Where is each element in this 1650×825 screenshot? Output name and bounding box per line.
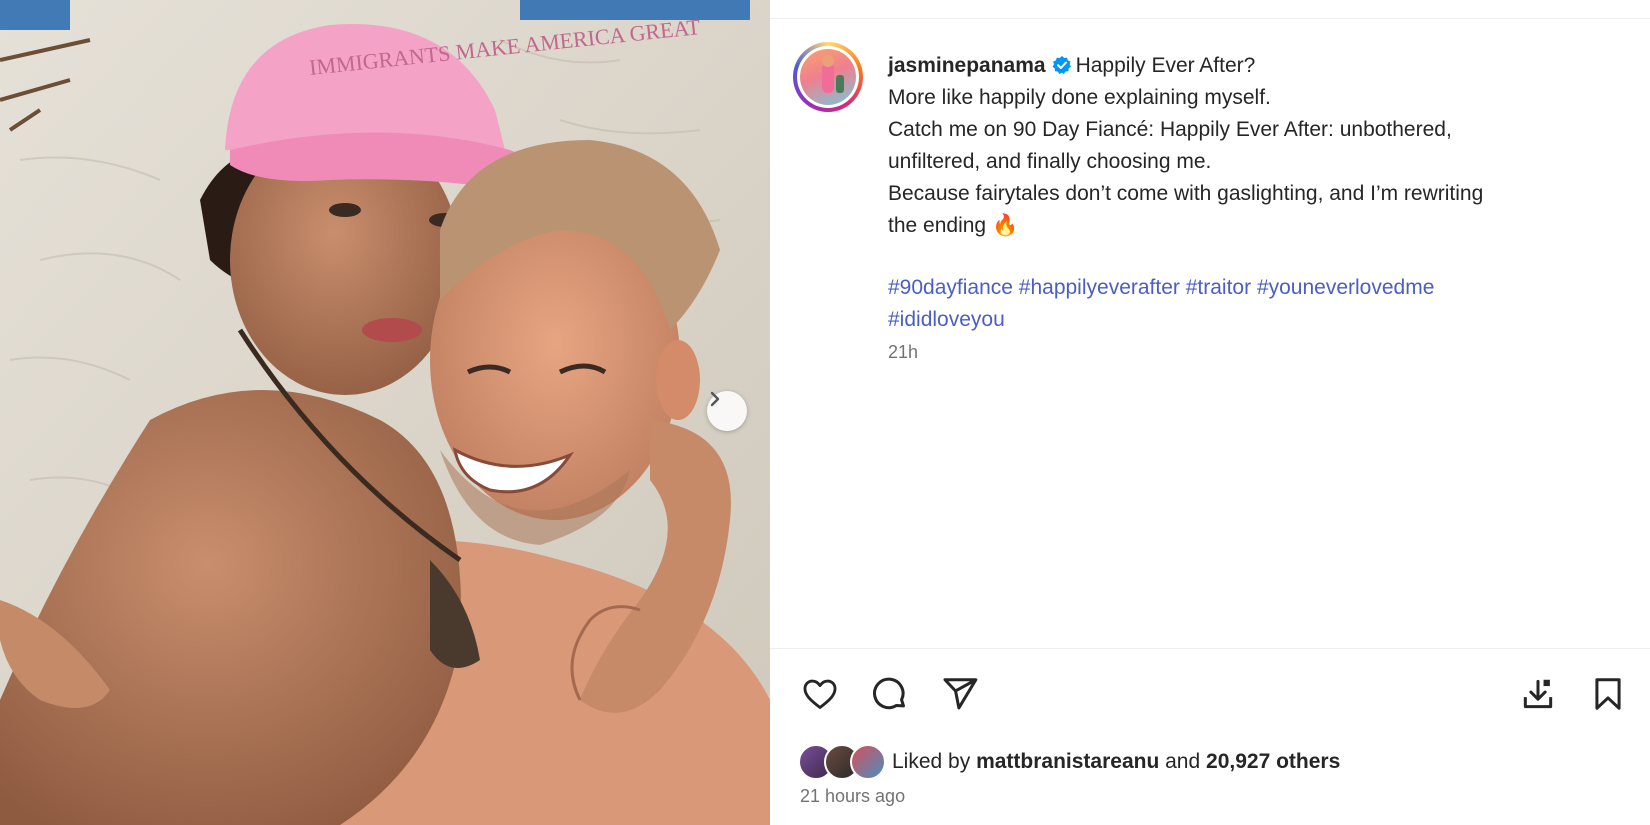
caption-line: the ending: [888, 214, 987, 237]
post-photo[interactable]: IMMIGRANTS MAKE AMERICA GREAT: [0, 0, 770, 825]
caption-line: More like happily done explaining myself…: [888, 86, 1271, 109]
liked-by-middle: and: [1165, 750, 1201, 773]
bookmark-icon: [1595, 678, 1621, 710]
hashtag-link[interactable]: #youneverlovedme: [1257, 276, 1434, 299]
download-icon: [1523, 679, 1553, 709]
heart-icon: [803, 679, 837, 709]
author-username[interactable]: jasminepanama: [888, 54, 1046, 77]
comment-button[interactable]: [870, 674, 910, 714]
save-to-device-button[interactable]: [1518, 674, 1558, 714]
caption-timestamp[interactable]: 21h: [888, 336, 1608, 368]
hashtag-link[interactable]: #ididloveyou: [888, 308, 1005, 331]
fire-emoji: 🔥: [991, 214, 1019, 237]
caption-title: Happily Ever After?: [1075, 54, 1256, 77]
send-icon: [943, 678, 978, 710]
post-actions-secondary: [1518, 674, 1628, 714]
liked-by-prefix: Liked by: [892, 750, 971, 773]
hashtag-link[interactable]: #happilyeverafter: [1019, 276, 1180, 299]
avatar-image: [800, 49, 856, 105]
liker-avatars: [798, 744, 886, 780]
post-details-pane: jasminepanama Happily Ever After? More l…: [770, 0, 1650, 825]
caption-line: Catch me on 90 Day Fiancé: Happily Ever …: [888, 118, 1452, 141]
save-button[interactable]: [1588, 674, 1628, 714]
beach-selfie-image: IMMIGRANTS MAKE AMERICA GREAT: [0, 0, 770, 825]
likes-summary[interactable]: Liked by mattbranistareanu and 20,927 ot…: [798, 744, 1340, 780]
comment-icon: [873, 677, 905, 710]
liked-by-user[interactable]: mattbranistareanu: [976, 750, 1159, 774]
post-actions: [800, 674, 980, 714]
like-button[interactable]: [800, 674, 840, 714]
top-divider: [770, 18, 1650, 19]
chevron-right-icon: [710, 391, 720, 407]
post-timestamp[interactable]: 21 hours ago: [800, 786, 905, 807]
verified-badge-icon: [1052, 56, 1071, 74]
likes-count[interactable]: 20,927 others: [1206, 750, 1340, 774]
author-avatar[interactable]: [793, 42, 863, 112]
post-caption: jasminepanama Happily Ever After? More l…: [888, 50, 1608, 368]
hashtag-link[interactable]: #traitor: [1186, 276, 1251, 299]
caption-line: unfiltered, and finally choosing me.: [888, 150, 1212, 173]
share-button[interactable]: [940, 674, 980, 714]
liker-avatar: [850, 744, 886, 780]
hashtag-list: #90dayfiance #happilyeverafter #traitor …: [888, 272, 1608, 336]
actions-divider: [770, 648, 1650, 649]
carousel-next-button[interactable]: [707, 391, 747, 431]
caption-line: Because fairytales don’t come with gasli…: [888, 182, 1484, 205]
hashtag-link[interactable]: #90dayfiance: [888, 276, 1013, 299]
